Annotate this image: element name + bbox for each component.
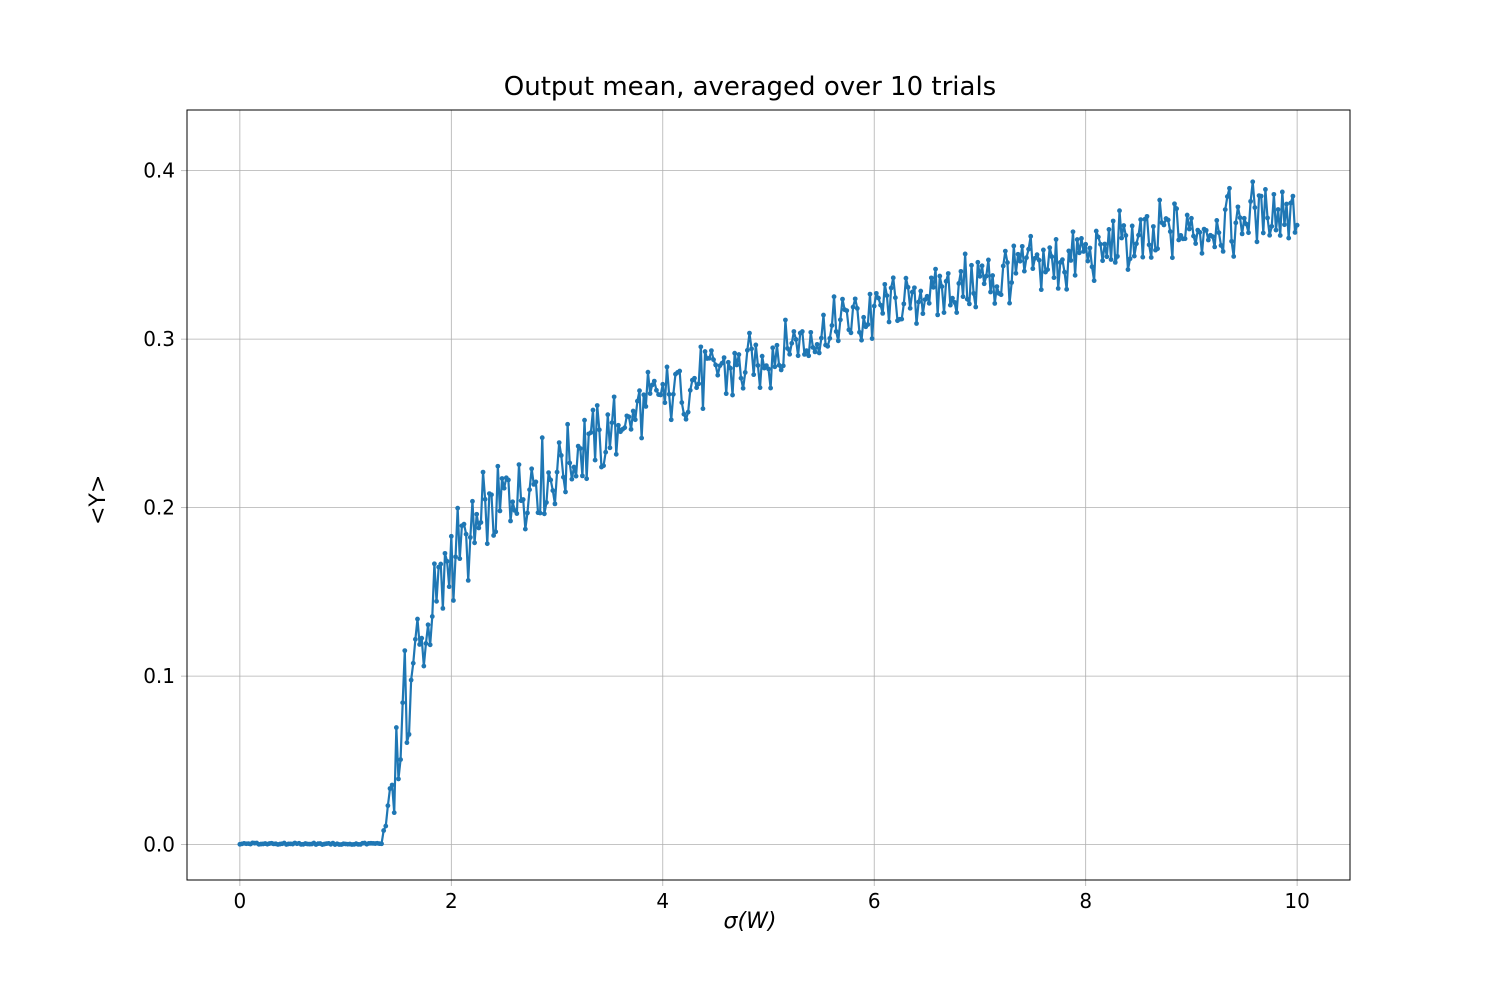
ytick-label: 0.4 [143,159,175,183]
ytick-label: 0.2 [143,496,175,520]
ytick-label: 0.0 [143,833,175,857]
figure: 0246810 0.00.10.20.30.4 Output mean, ave… [0,0,1500,1000]
ytick-label: 0.3 [143,327,175,351]
axes-svg: 0246810 0.00.10.20.30.4 [0,0,1500,1000]
plot-group [237,179,1299,847]
data-line [240,182,1297,845]
chart-title: Output mean, averaged over 10 trials [0,72,1500,102]
x-axis-label-sigma: σ [724,909,738,934]
ytick-label: 0.1 [143,664,175,688]
axes-border [187,110,1350,880]
x-axis-label-W: W [746,909,768,934]
y-axis-label: <Y> [86,0,111,1000]
x-axis-label: σ(W) [0,909,1500,934]
ytick-labels: 0.0 0.1 0.2 0.3 0.4 [143,159,175,857]
